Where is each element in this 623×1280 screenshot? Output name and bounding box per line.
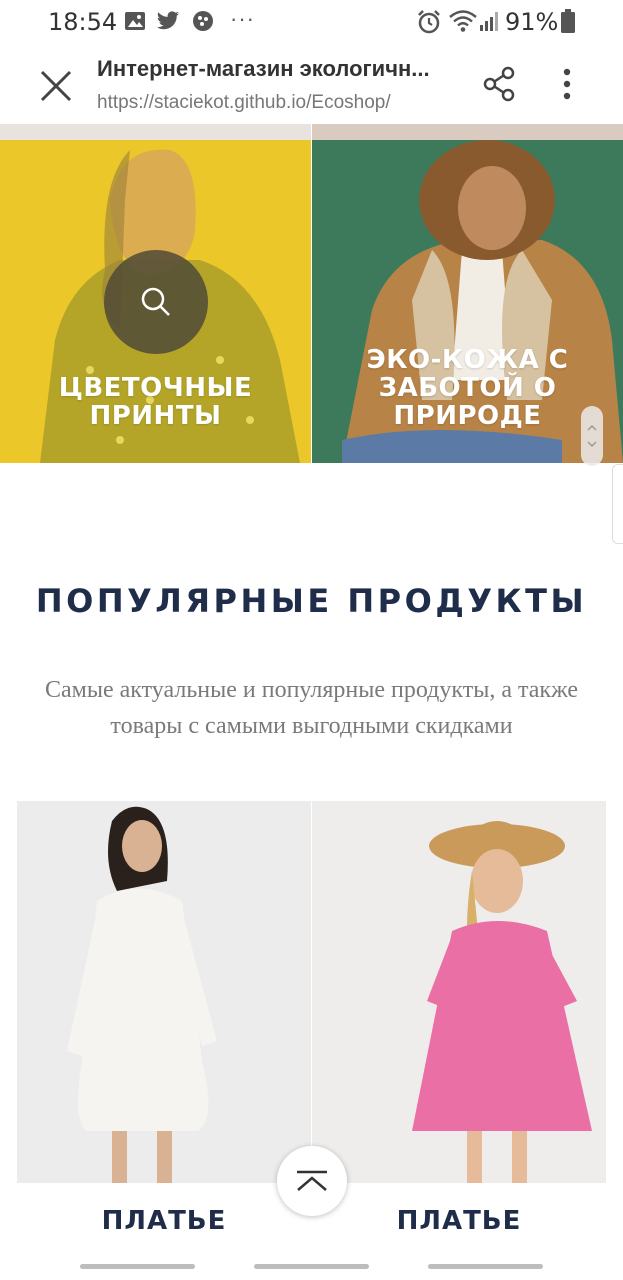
- scroll-to-top-button[interactable]: [277, 1146, 347, 1216]
- gallery-icon: [125, 12, 145, 30]
- more-notifications-indicator: ···: [230, 6, 255, 31]
- product-name[interactable]: ПЛАТЬЕ: [312, 1206, 606, 1236]
- status-bar: 18:54 ··· 91%: [0, 0, 623, 44]
- twitter-icon: [157, 11, 179, 30]
- category-label-floral: ЦВЕТОЧНЫЕ ПРИНТЫ: [58, 373, 253, 431]
- close-icon[interactable]: [36, 66, 76, 106]
- carousel-scroll-handle[interactable]: [581, 406, 603, 466]
- popular-products-title: ПОПУЛЯРНЫЕ ПРОДУКТЫ: [35, 582, 588, 620]
- battery-percent: 91%: [505, 8, 559, 36]
- search-button[interactable]: [104, 250, 208, 354]
- nav-back-button[interactable]: [428, 1264, 543, 1269]
- nav-recents-button[interactable]: [80, 1264, 195, 1269]
- system-nav-bar: [0, 1258, 623, 1280]
- previous-image-strip: [312, 124, 623, 140]
- category-card-floral[interactable]: ЦВЕТОЧНЫЕ ПРИНТЫ: [0, 140, 311, 463]
- popular-products-subtitle: Самые актуальные и популярные продукты, …: [45, 677, 578, 739]
- alarm-icon: [418, 10, 440, 34]
- signal-icon: [480, 12, 498, 31]
- app-icon: [193, 11, 213, 31]
- search-icon: [141, 287, 170, 316]
- product-card-white-dress[interactable]: [17, 801, 311, 1183]
- product-name[interactable]: ПЛАТЬЕ: [17, 1206, 311, 1236]
- category-label-eco-leather: ЭКО-КОЖА С ЗАБОТОЙ О ПРИРОДЕ: [366, 345, 569, 431]
- white-dress-image: [17, 801, 311, 1183]
- page-title: Интернет-магазин экологичн...: [97, 56, 430, 81]
- more-options-icon[interactable]: [556, 66, 578, 106]
- web-content: ЦВЕТОЧНЫЕ ПРИНТЫ ЭКО-КОЖА С ЗАБОТОЙ О ПР…: [0, 124, 623, 1280]
- page-url: https://staciekot.github.io/Ecoshop/: [97, 92, 391, 113]
- category-card-eco-leather[interactable]: ЭКО-КОЖА С ЗАБОТОЙ О ПРИРОДЕ: [312, 140, 623, 463]
- edge-panel-handle[interactable]: [612, 464, 623, 544]
- battery-icon: [561, 9, 575, 33]
- previous-image-strip: [0, 124, 311, 140]
- pink-dress-image: [312, 801, 606, 1183]
- chevron-up-down-icon: [587, 424, 597, 448]
- nav-home-button[interactable]: [254, 1264, 369, 1269]
- share-icon[interactable]: [482, 64, 518, 104]
- product-card-pink-dress[interactable]: [312, 801, 606, 1183]
- custom-tab-toolbar: Интернет-магазин экологичн... https://st…: [0, 44, 623, 124]
- chevron-up-icon: [297, 1170, 327, 1191]
- status-time: 18:54: [48, 8, 118, 36]
- wifi-icon: [449, 10, 477, 32]
